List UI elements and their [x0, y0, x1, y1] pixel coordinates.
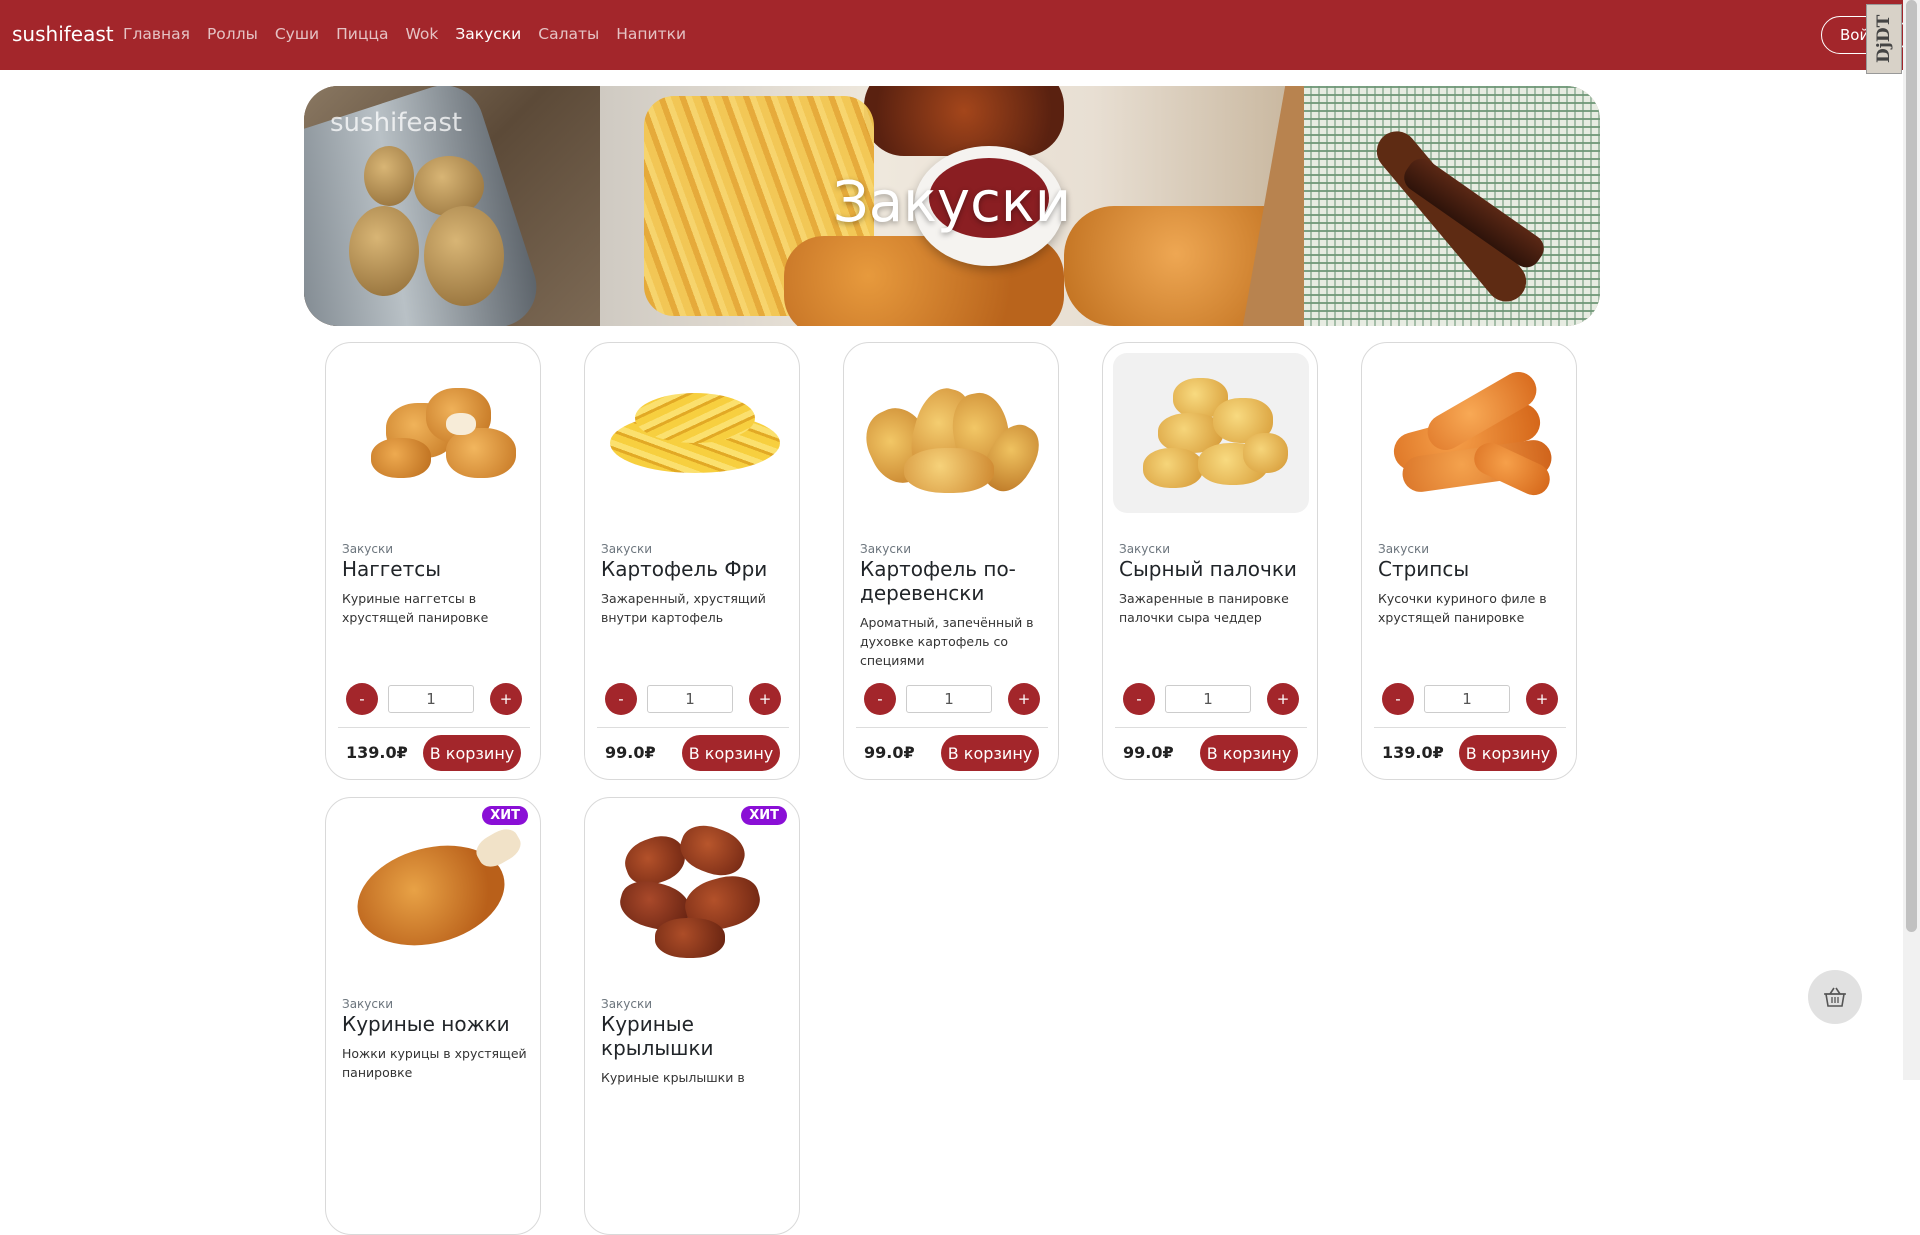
nav-item-snacks[interactable]: Закуски: [455, 25, 521, 43]
scrollbar-thumb[interactable]: [1906, 0, 1917, 932]
increase-quantity-button[interactable]: +: [749, 683, 781, 715]
product-description: Зажаренный, хрустящий внутри картофель: [601, 591, 766, 625]
increase-quantity-button[interactable]: +: [1008, 683, 1040, 715]
product-category: Закуски: [1378, 542, 1430, 556]
nav-item-rolls[interactable]: Роллы: [207, 25, 258, 43]
product-image-nuggets: [336, 353, 532, 513]
product-price: 99.0₽: [1123, 743, 1174, 762]
add-to-cart-button[interactable]: В корзину: [1459, 735, 1557, 771]
hit-badge: ХИТ: [741, 806, 787, 825]
decrease-quantity-button[interactable]: -: [346, 683, 378, 715]
increase-quantity-button[interactable]: +: [490, 683, 522, 715]
add-to-cart-button[interactable]: В корзину: [682, 735, 780, 771]
decrease-quantity-button[interactable]: -: [605, 683, 637, 715]
product-card: Закуски Картофель по-деревенски Ароматны…: [843, 342, 1059, 780]
product-category: Закуски: [1119, 542, 1171, 556]
product-card: ХИТ Закуски Куриные ножки Ножки курицы в…: [325, 797, 541, 1235]
nav-item-sushi[interactable]: Суши: [275, 25, 319, 43]
product-card: Закуски Сырный палочки Зажаренные в пани…: [1102, 342, 1318, 780]
product-card: Закуски Наггетсы Куриные наггетсы в хрус…: [325, 342, 541, 780]
product-image-chicken-wings: [595, 808, 791, 968]
product-price: 99.0₽: [864, 743, 915, 762]
quantity-input[interactable]: 1: [647, 685, 733, 713]
product-category: Закуски: [601, 542, 653, 556]
brand-logo[interactable]: sushifeast: [12, 22, 114, 46]
decrease-quantity-button[interactable]: -: [864, 683, 896, 715]
product-name: Сырный палочки: [1119, 557, 1297, 581]
product-price: 99.0₽: [605, 743, 656, 762]
card-divider: [856, 727, 1048, 728]
nav-item-pizza[interactable]: Пицца: [336, 25, 388, 43]
wings-image: [864, 86, 1064, 156]
nav-item-salads[interactable]: Салаты: [538, 25, 599, 43]
nav-item-drinks[interactable]: Напитки: [616, 25, 686, 43]
quantity-input[interactable]: 1: [906, 685, 992, 713]
product-image-cheese-sticks: [1113, 353, 1309, 513]
product-image-potato-wedges: [854, 353, 1050, 513]
category-hero-banner: sushifeast Закуски: [304, 86, 1600, 326]
product-description: Ножки курицы в хрустящей панировке: [342, 1046, 527, 1080]
nav-item-home[interactable]: Главная: [123, 25, 190, 43]
hero-logo: sushifeast: [330, 108, 463, 138]
nav-item-wok[interactable]: Wok: [405, 25, 438, 43]
product-category: Закуски: [342, 997, 394, 1011]
main-nav: Главная Роллы Суши Пицца Wok Закуски Сал…: [123, 25, 703, 43]
card-divider: [1374, 727, 1566, 728]
product-price: 139.0₽: [1382, 743, 1444, 762]
product-description: Куриные наггетсы в хрустящей панировке: [342, 591, 489, 625]
quantity-input[interactable]: 1: [388, 685, 474, 713]
add-to-cart-button[interactable]: В корзину: [423, 735, 521, 771]
product-name: Куриные ножки: [342, 1012, 510, 1036]
page-scrollbar[interactable]: [1903, 0, 1920, 1080]
product-description: Зажаренные в панировке палочки сыра чедд…: [1119, 591, 1289, 625]
decrease-quantity-button[interactable]: -: [1123, 683, 1155, 715]
quantity-stepper: - 1 +: [864, 683, 1040, 715]
quantity-input[interactable]: 1: [1165, 685, 1251, 713]
increase-quantity-button[interactable]: +: [1267, 683, 1299, 715]
hit-badge: ХИТ: [482, 806, 528, 825]
product-category: Закуски: [601, 997, 653, 1011]
product-description: Кусочки куриного филе в хрустящей паниро…: [1378, 591, 1547, 625]
add-to-cart-button[interactable]: В корзину: [1200, 735, 1298, 771]
floating-cart-button[interactable]: [1808, 970, 1862, 1024]
increase-quantity-button[interactable]: +: [1526, 683, 1558, 715]
quantity-stepper: - 1 +: [605, 683, 781, 715]
card-divider: [1115, 727, 1307, 728]
product-name: Стрипсы: [1378, 557, 1470, 581]
quantity-stepper: - 1 +: [1123, 683, 1299, 715]
product-card: Закуски Картофель Фри Зажаренный, хрустя…: [584, 342, 800, 780]
product-card: Закуски Стрипсы Кусочки куриного филе в …: [1361, 342, 1577, 780]
product-name: Наггетсы: [342, 557, 442, 581]
product-name: Картофель по-деревенски: [860, 557, 1016, 605]
card-divider: [338, 727, 530, 728]
add-to-cart-button[interactable]: В корзину: [941, 735, 1039, 771]
debug-toolbar-toggle[interactable]: DjDT: [1866, 4, 1902, 74]
product-name: Картофель Фри: [601, 557, 768, 581]
product-image-strips: [1372, 353, 1568, 513]
card-divider: [597, 727, 789, 728]
product-price: 139.0₽: [346, 743, 408, 762]
top-navbar: sushifeast Главная Роллы Суши Пицца Wok …: [0, 0, 1920, 74]
product-category: Закуски: [860, 542, 912, 556]
product-image-fries: [595, 353, 791, 513]
quantity-stepper: - 1 +: [346, 683, 522, 715]
product-card: ХИТ Закуски Куриные крылышки Куриные кры…: [584, 797, 800, 1235]
product-category: Закуски: [342, 542, 394, 556]
product-description: Куриные крылышки в: [601, 1070, 745, 1085]
page-title: Закуски: [832, 170, 1072, 235]
product-name: Куриные крылышки: [601, 1012, 714, 1060]
decrease-quantity-button[interactable]: -: [1382, 683, 1414, 715]
quantity-input[interactable]: 1: [1424, 685, 1510, 713]
product-description: Ароматный, запечённый в духовке картофел…: [860, 615, 1034, 668]
quantity-stepper: - 1 +: [1382, 683, 1558, 715]
basket-icon: [1824, 987, 1846, 1007]
product-image-chicken-legs: [336, 808, 532, 968]
